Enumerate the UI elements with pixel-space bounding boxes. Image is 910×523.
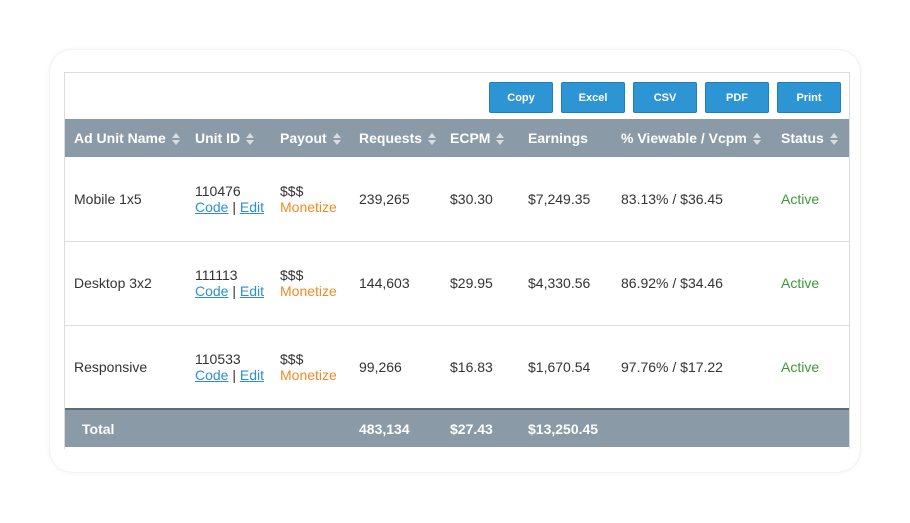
table-row: Desktop 3x2 111113 Code | Edit $$$ Monet… <box>65 241 849 325</box>
monetize-link[interactable]: Monetize <box>280 199 337 215</box>
table-header-row: Ad Unit Name Unit ID Payout Requests ECP… <box>65 119 849 157</box>
unit-id: 110533 <box>195 350 241 367</box>
earnings-value: $7,249.35 <box>528 190 591 207</box>
column-header-viewable-vcpm[interactable]: % Viewable / Vcpm <box>612 119 772 157</box>
column-header-ecpm[interactable]: ECPM <box>441 119 519 157</box>
monetize-link[interactable]: Monetize <box>280 283 337 299</box>
unit-id-cell: 110476 Code | Edit <box>186 157 271 241</box>
ad-units-table: Ad Unit Name Unit ID Payout Requests ECP… <box>65 119 849 447</box>
status-badge: Active <box>781 190 820 207</box>
total-empty <box>186 408 271 447</box>
payout-level: $$$ <box>280 267 304 283</box>
requests-value: 144,603 <box>359 275 410 291</box>
status-badge: Active <box>781 358 820 375</box>
sort-icon <box>752 133 761 146</box>
code-link[interactable]: Code <box>195 283 228 299</box>
column-header-payout[interactable]: Payout <box>271 119 350 157</box>
total-ecpm: $27.43 <box>441 408 519 447</box>
earnings-value: $1,670.54 <box>528 358 591 375</box>
sort-icon <box>171 133 180 146</box>
payout-cell: $$$ Monetize <box>271 157 350 241</box>
ecpm-value: $16.83 <box>450 358 493 375</box>
table-row: Responsive 110533 Code | Edit $$$ Moneti… <box>65 325 849 409</box>
print-button[interactable]: Print <box>777 82 841 113</box>
csv-button[interactable]: CSV <box>633 82 697 113</box>
edit-link[interactable]: Edit <box>240 283 264 299</box>
payout-cell: $$$ Monetize <box>271 325 350 409</box>
ad-unit-name: Desktop 3x2 <box>74 275 152 291</box>
status-badge: Active <box>781 275 820 291</box>
column-header-earnings[interactable]: Earnings <box>519 119 612 157</box>
copy-button[interactable]: Copy <box>489 82 553 113</box>
excel-button[interactable]: Excel <box>561 82 625 113</box>
viewable-vcpm-value: 97.76% / $17.22 <box>621 358 723 375</box>
ad-unit-name: Mobile 1x5 <box>74 190 142 207</box>
sort-icon <box>332 133 341 146</box>
unit-id: 110476 <box>195 182 241 199</box>
total-earnings: $13,250.45 <box>519 408 612 447</box>
column-header-status[interactable]: Status <box>772 119 849 157</box>
column-header-ad-unit-name[interactable]: Ad Unit Name <box>65 119 186 157</box>
requests-value: 239,265 <box>359 190 410 207</box>
export-toolbar: Copy Excel CSV PDF Print <box>489 82 841 113</box>
code-link[interactable]: Code <box>195 199 228 215</box>
payout-level: $$$ <box>280 182 304 199</box>
monetize-link[interactable]: Monetize <box>280 367 337 383</box>
link-separator: | <box>232 366 236 383</box>
viewable-vcpm-value: 83.13% / $36.45 <box>621 190 723 207</box>
total-requests: 483,134 <box>350 408 441 447</box>
requests-value: 99,266 <box>359 358 402 375</box>
ecpm-value: $29.95 <box>450 275 493 291</box>
table-row: Mobile 1x5 110476 Code | Edit $$$ Moneti… <box>65 157 849 241</box>
payout-cell: $$$ Monetize <box>271 241 350 325</box>
totals-row: Total 483,134 $27.43 $13,250.45 <box>65 408 849 447</box>
total-label: Total <box>65 408 186 447</box>
total-empty <box>772 408 849 447</box>
payout-level: $$$ <box>280 350 304 367</box>
unit-id-cell: 111113 Code | Edit <box>186 241 271 325</box>
earnings-value: $4,330.56 <box>528 275 591 291</box>
sort-icon <box>829 133 838 146</box>
ad-units-panel: Copy Excel CSV PDF Print Ad Unit Name Un… <box>64 72 850 449</box>
sort-icon <box>496 133 505 146</box>
code-link[interactable]: Code <box>195 367 228 383</box>
edit-link[interactable]: Edit <box>240 199 264 215</box>
sort-icon <box>246 133 255 146</box>
edit-link[interactable]: Edit <box>240 367 264 383</box>
ad-unit-name: Responsive <box>74 358 148 375</box>
viewable-vcpm-value: 86.92% / $34.46 <box>621 275 723 291</box>
link-separator: | <box>232 198 236 215</box>
column-header-unit-id[interactable]: Unit ID <box>186 119 271 157</box>
column-header-requests[interactable]: Requests <box>350 119 441 157</box>
sort-icon <box>428 133 437 146</box>
link-separator: | <box>232 283 236 299</box>
unit-id: 111113 <box>195 267 238 283</box>
total-empty <box>612 408 772 447</box>
total-empty <box>271 408 350 447</box>
ecpm-value: $30.30 <box>450 190 493 207</box>
pdf-button[interactable]: PDF <box>705 82 769 113</box>
unit-id-cell: 110533 Code | Edit <box>186 325 271 409</box>
